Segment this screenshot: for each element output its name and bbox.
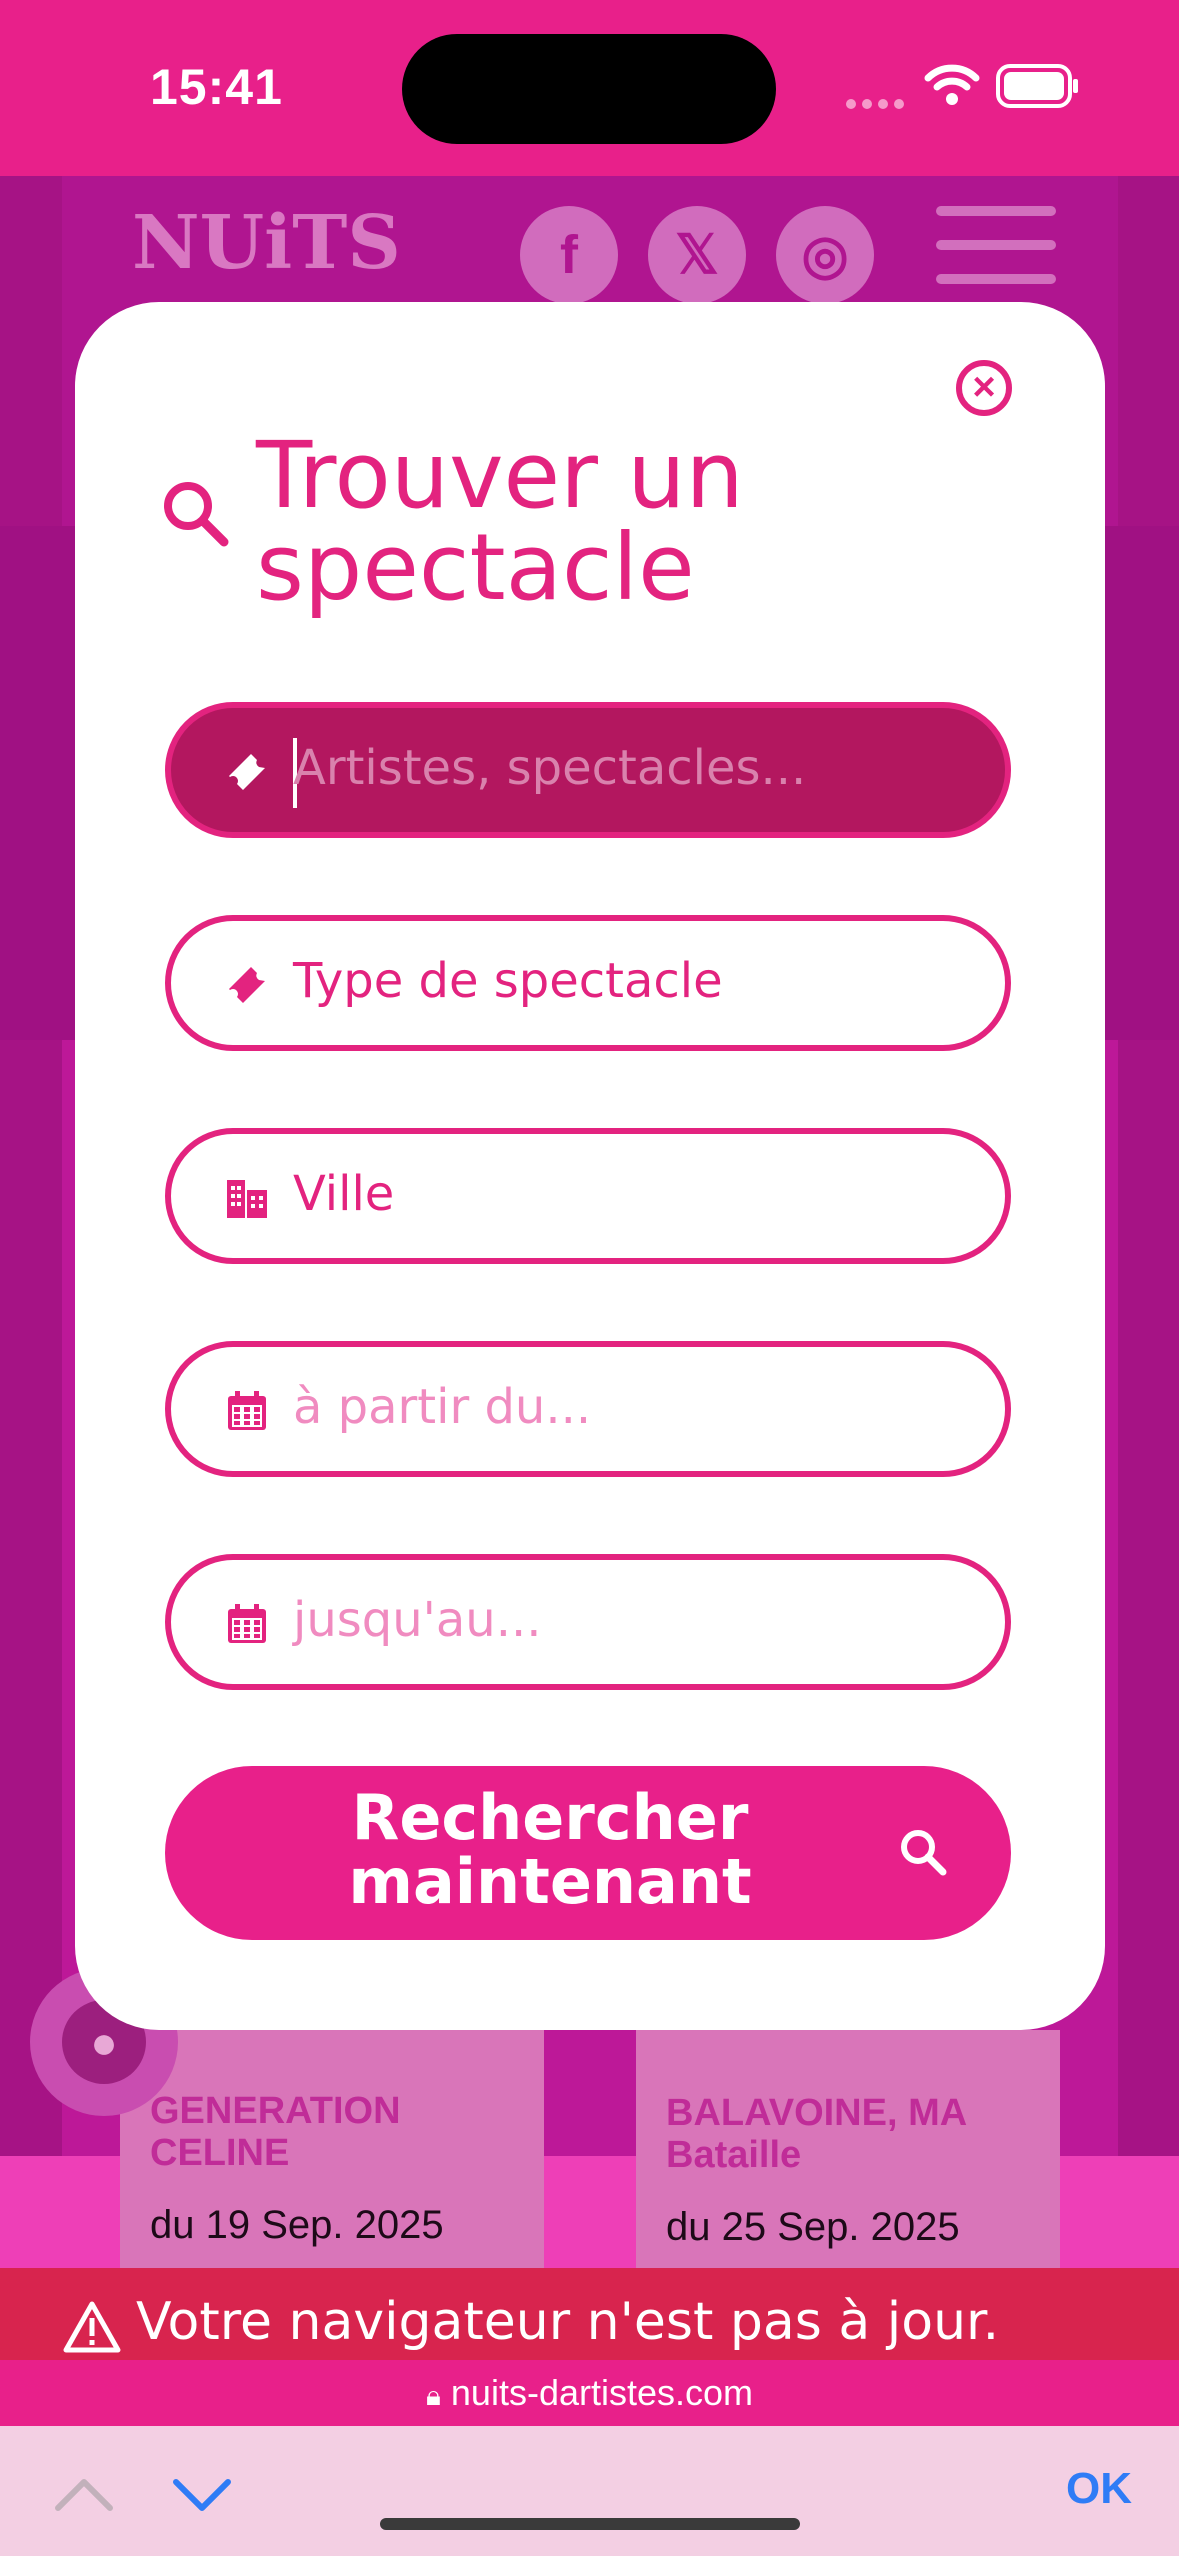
x-icon[interactable]: 𝕏 xyxy=(648,206,746,304)
chevron-up-icon[interactable] xyxy=(52,2474,116,2514)
show-type-select[interactable]: Type de spectacle xyxy=(165,915,1011,1051)
search-now-label: Rechercher maintenant xyxy=(348,1781,752,1918)
wifi-icon xyxy=(924,64,980,105)
page-margin-right xyxy=(1118,176,1179,2268)
dynamic-island xyxy=(402,34,776,144)
battery-icon xyxy=(996,64,1078,108)
lock-icon: 🔒︎ xyxy=(425,2380,441,2411)
calendar-icon xyxy=(228,1391,266,1430)
date-to-input[interactable]: jusqu'au... xyxy=(165,1554,1011,1690)
facebook-icon[interactable]: f xyxy=(520,206,618,304)
ticket-icon xyxy=(229,967,265,1003)
date-from-placeholder: à partir du... xyxy=(293,1379,592,1435)
artist-search-input[interactable]: Artistes, spectacles... xyxy=(165,702,1011,838)
page-margin-left xyxy=(0,176,62,2268)
card-date: du 25 Sep. 2025 xyxy=(666,2205,960,2249)
card-date: du 19 Sep. 2025 xyxy=(150,2203,444,2247)
search-icon xyxy=(164,482,229,547)
ticket-icon xyxy=(229,754,265,790)
url-label: nuits-dartistes.com xyxy=(450,2372,754,2413)
done-button[interactable]: OK xyxy=(1066,2464,1132,2514)
home-indicator xyxy=(380,2518,800,2530)
search-now-button[interactable]: Rechercher maintenant xyxy=(165,1766,1011,1940)
date-to-placeholder: jusqu'au... xyxy=(293,1592,542,1648)
warning-icon xyxy=(63,2301,121,2353)
city-select[interactable]: Ville xyxy=(165,1128,1011,1264)
url-text[interactable]: 🔒︎ nuits-dartistes.com xyxy=(0,2372,1179,2414)
show-card[interactable]: BALAVOINE, MA Bataille du 25 Sep. 2025 xyxy=(636,2030,1060,2268)
site-logo[interactable]: NUiTS xyxy=(132,206,401,280)
status-time: 15:41 xyxy=(150,59,283,115)
signal-icon xyxy=(846,96,910,114)
city-label: Ville xyxy=(293,1166,395,1222)
show-card[interactable]: GENERATION CELINE du 19 Sep. 2025 xyxy=(120,2030,544,2268)
modal-title: Trouver un spectacle xyxy=(256,422,744,621)
chevron-down-icon[interactable] xyxy=(170,2474,234,2514)
menu-icon[interactable] xyxy=(936,206,1056,308)
calendar-icon xyxy=(228,1604,266,1643)
card-title: GENERATION CELINE xyxy=(150,2090,401,2174)
date-from-input[interactable]: à partir du... xyxy=(165,1341,1011,1477)
artist-search-placeholder: Artistes, spectacles... xyxy=(293,740,807,796)
card-title: BALAVOINE, MA Bataille xyxy=(666,2092,966,2176)
show-type-label: Type de spectacle xyxy=(293,953,723,1009)
close-icon[interactable]: × xyxy=(956,360,1012,416)
search-icon xyxy=(901,1830,947,1876)
outdated-browser-text: Votre navigateur n'est pas à jour. xyxy=(136,2292,1000,2352)
instagram-icon[interactable]: ◎ xyxy=(776,206,874,304)
city-icon xyxy=(227,1180,267,1218)
